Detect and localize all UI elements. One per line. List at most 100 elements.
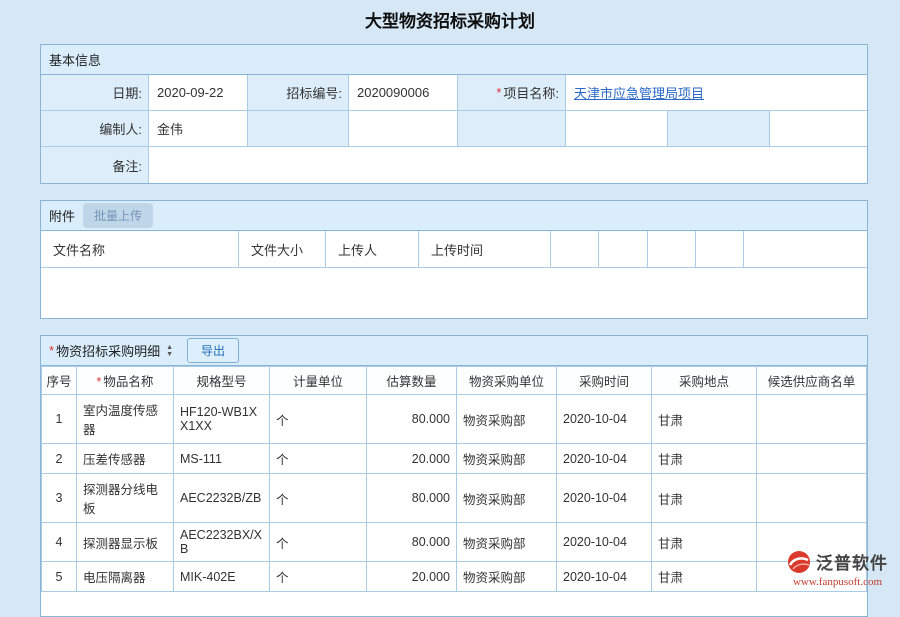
required-asterisk: * bbox=[49, 343, 54, 358]
details-cell-place: 甘肃 bbox=[652, 523, 757, 562]
basic-info-row-2: 编制人: 金伟 bbox=[41, 111, 867, 147]
empty-label-cell bbox=[248, 111, 349, 146]
attachments-list-empty bbox=[41, 268, 867, 318]
sort-down-icon: ▼ bbox=[166, 351, 173, 358]
details-col-model: 规格型号 bbox=[174, 367, 270, 395]
details-cell-qty: 80.000 bbox=[367, 474, 457, 523]
details-cell-name: 探测器分线电板 bbox=[77, 474, 174, 523]
page-title: 大型物资招标采购计划 bbox=[0, 0, 900, 44]
empty-label-cell bbox=[458, 111, 566, 146]
details-table-header-row: 序号*物品名称规格型号计量单位估算数量物资采购单位采购时间采购地点候选供应商名单 bbox=[42, 367, 867, 395]
project-value-cell: 天津市应急管理局项目 bbox=[566, 75, 867, 110]
details-cell-dept: 物资采购部 bbox=[457, 474, 557, 523]
col-file-size: 文件大小 bbox=[239, 231, 326, 267]
details-cell-unit: 个 bbox=[270, 523, 367, 562]
empty-label-cell bbox=[668, 111, 770, 146]
details-col-no: 序号 bbox=[42, 367, 77, 395]
details-table-row: 2压差传感器MS-111个20.000物资采购部2020-10-04甘肃 bbox=[42, 444, 867, 474]
details-cell-unit: 个 bbox=[270, 395, 367, 444]
details-cell-time: 2020-10-04 bbox=[557, 523, 652, 562]
basic-info-title: 基本信息 bbox=[49, 50, 101, 69]
vendor-url: www.fanpusoft.com bbox=[787, 576, 888, 588]
attachments-title: 附件 bbox=[49, 206, 75, 225]
basic-info-section: 基本信息 日期: 2020-09-22 招标编号: 2020090006 * 项… bbox=[40, 44, 868, 184]
remark-value bbox=[149, 147, 867, 183]
details-empty-space bbox=[41, 592, 867, 616]
details-cell-time: 2020-10-04 bbox=[557, 474, 652, 523]
bid-no-value: 2020090006 bbox=[349, 75, 458, 110]
details-cell-unit: 个 bbox=[270, 444, 367, 474]
date-value: 2020-09-22 bbox=[149, 75, 248, 110]
basic-info-header: 基本信息 bbox=[41, 45, 867, 75]
details-cell-name: 探测器显示板 bbox=[77, 523, 174, 562]
details-cell-no: 5 bbox=[42, 562, 77, 592]
details-cell-time: 2020-10-04 bbox=[557, 395, 652, 444]
details-cell-dept: 物资采购部 bbox=[457, 523, 557, 562]
details-cell-suppliers bbox=[757, 395, 867, 444]
details-cell-unit: 个 bbox=[270, 474, 367, 523]
vendor-name: 泛普软件 bbox=[816, 549, 888, 574]
details-cell-place: 甘肃 bbox=[652, 444, 757, 474]
col-file-name: 文件名称 bbox=[41, 231, 239, 267]
basic-info-row-1: 日期: 2020-09-22 招标编号: 2020090006 * 项目名称: … bbox=[41, 75, 867, 111]
details-cell-qty: 20.000 bbox=[367, 444, 457, 474]
empty-value-cell bbox=[349, 111, 458, 146]
basic-info-row-3: 备注: bbox=[41, 147, 867, 183]
details-cell-place: 甘肃 bbox=[652, 395, 757, 444]
col-upload-time: 上传时间 bbox=[419, 231, 551, 267]
attachments-section: 附件 批量上传 文件名称 文件大小 上传人 上传时间 bbox=[40, 200, 868, 319]
empty-value-cell bbox=[566, 111, 668, 146]
details-col-name: *物品名称 bbox=[77, 367, 174, 395]
attachments-column-header: 文件名称 文件大小 上传人 上传时间 bbox=[41, 231, 867, 268]
remark-label: 备注: bbox=[41, 147, 149, 183]
page: 大型物资招标采购计划 基本信息 日期: 2020-09-22 招标编号: 202… bbox=[0, 0, 900, 617]
sort-up-icon: ▲ bbox=[166, 344, 173, 351]
details-title: 物资招标采购明细 bbox=[56, 341, 160, 360]
details-table-row: 3探测器分线电板AEC2232B/ZB个80.000物资采购部2020-10-0… bbox=[42, 474, 867, 523]
col-empty bbox=[744, 231, 867, 267]
details-table-row: 4探测器显示板AEC2232BX/XB个80.000物资采购部2020-10-0… bbox=[42, 523, 867, 562]
details-cell-qty: 20.000 bbox=[367, 562, 457, 592]
details-cell-no: 1 bbox=[42, 395, 77, 444]
details-cell-name: 电压隔离器 bbox=[77, 562, 174, 592]
details-header: * 物资招标采购明细 ▲ ▼ 导出 bbox=[41, 336, 867, 366]
details-cell-time: 2020-10-04 bbox=[557, 562, 652, 592]
details-cell-place: 甘肃 bbox=[652, 562, 757, 592]
details-section: * 物资招标采购明细 ▲ ▼ 导出 序号*物品名称规格型号计量单位估算数量物资采… bbox=[40, 335, 868, 617]
sort-arrows-icon[interactable]: ▲ ▼ bbox=[166, 344, 173, 358]
details-cell-no: 4 bbox=[42, 523, 77, 562]
details-cell-model: HF120-WB1XX1XX bbox=[174, 395, 270, 444]
author-label: 编制人: bbox=[41, 111, 149, 146]
details-cell-no: 2 bbox=[42, 444, 77, 474]
details-cell-suppliers bbox=[757, 444, 867, 474]
vendor-brand: 泛普软件 www.fanpusoft.com bbox=[787, 549, 888, 588]
batch-upload-button[interactable]: 批量上传 bbox=[83, 203, 153, 228]
details-col-qty: 估算数量 bbox=[367, 367, 457, 395]
details-cell-model: AEC2232BX/XB bbox=[174, 523, 270, 562]
details-cell-no: 3 bbox=[42, 474, 77, 523]
details-col-dept: 物资采购单位 bbox=[457, 367, 557, 395]
details-table-row: 5电压隔离器MIK-402E个20.000物资采购部2020-10-04甘肃 bbox=[42, 562, 867, 592]
col-empty bbox=[648, 231, 696, 267]
details-cell-dept: 物资采购部 bbox=[457, 395, 557, 444]
details-cell-qty: 80.000 bbox=[367, 395, 457, 444]
col-empty bbox=[599, 231, 648, 267]
project-label: * 项目名称: bbox=[458, 75, 566, 110]
details-cell-place: 甘肃 bbox=[652, 474, 757, 523]
details-col-place: 采购地点 bbox=[652, 367, 757, 395]
project-link[interactable]: 天津市应急管理局项目 bbox=[574, 83, 704, 102]
author-value: 金伟 bbox=[149, 111, 248, 146]
details-cell-unit: 个 bbox=[270, 562, 367, 592]
empty-value-cell bbox=[770, 111, 867, 146]
export-button[interactable]: 导出 bbox=[187, 338, 239, 363]
details-cell-suppliers bbox=[757, 474, 867, 523]
details-col-time: 采购时间 bbox=[557, 367, 652, 395]
details-cell-dept: 物资采购部 bbox=[457, 444, 557, 474]
details-cell-model: MS-111 bbox=[174, 444, 270, 474]
col-empty bbox=[696, 231, 744, 267]
bid-no-label: 招标编号: bbox=[248, 75, 349, 110]
details-cell-name: 室内温度传感器 bbox=[77, 395, 174, 444]
required-asterisk: * bbox=[496, 85, 501, 100]
details-cell-name: 压差传感器 bbox=[77, 444, 174, 474]
date-label: 日期: bbox=[41, 75, 149, 110]
